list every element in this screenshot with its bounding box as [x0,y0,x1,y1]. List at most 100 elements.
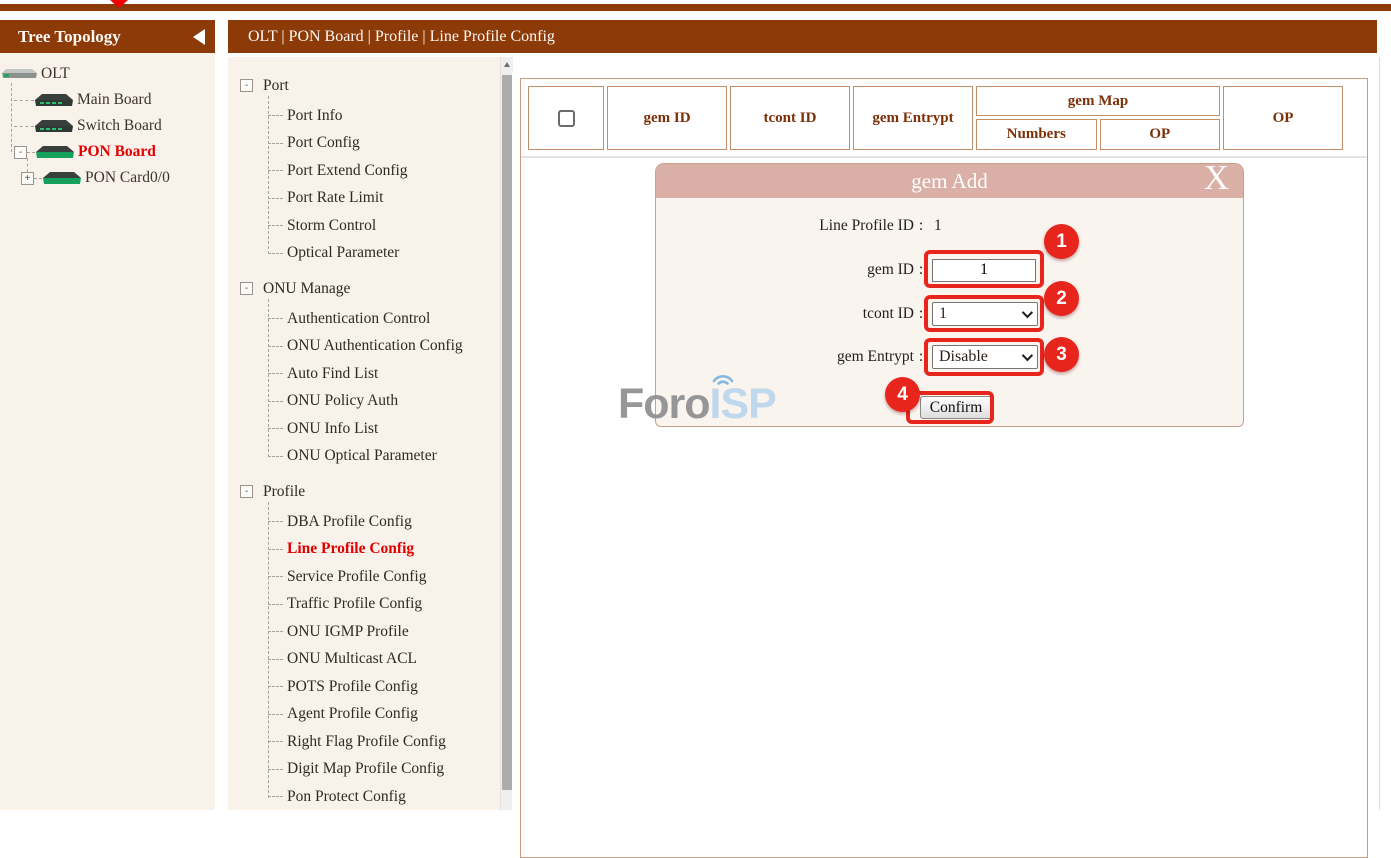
menu-item-label: ONU Multicast ACL [287,650,417,668]
menu-item-onu-optical-parameter[interactable]: ONU Optical Parameter [268,443,500,471]
config-menu-panel: -PortPort InfoPort ConfigPort Extend Con… [228,57,500,810]
tree-panel-header: Tree Topology [0,20,215,53]
menu-item-port-rate-limit[interactable]: Port Rate Limit [268,185,500,213]
col-tcont-id: tcont ID [730,86,850,150]
menu-item-pots-profile-config[interactable]: POTS Profile Config [268,673,500,701]
tree-stub [34,178,42,179]
menu-item-port-config[interactable]: Port Config [268,130,500,158]
tree-node-pon-card0-0[interactable]: + PON Card0/0 [21,165,215,191]
menu-item-label: Line Profile Config [287,540,414,558]
close-icon[interactable]: X [1204,158,1229,198]
dialog-title: gem Add [911,169,987,194]
menu-item-right-flag-profile-config[interactable]: Right Flag Profile Config [268,728,500,756]
expander-minus-icon[interactable]: - [240,79,253,92]
menu-item-digit-map-profile-config[interactable]: Digit Map Profile Config [268,756,500,784]
col-gem-entrypt: gem Entrypt [853,86,973,150]
menu-item-dba-profile-config[interactable]: DBA Profile Config [268,508,500,536]
dialog-title-bar: gem Add X [656,164,1243,198]
scrollbar-thumb[interactable] [502,75,512,790]
tree-node-switch-board[interactable]: Switch Board [14,113,215,139]
tree-node-pon-board[interactable]: - PON Board [14,139,215,165]
menu-item-label: Service Profile Config [287,568,426,586]
gem-entrypt-select[interactable]: Disable [932,345,1038,369]
breadcrumb-bar: OLT | PON Board | Profile | Line Profile… [228,20,1377,53]
top-accent-bar [0,4,1391,11]
tree-node-olt[interactable]: OLT [2,61,215,87]
menu-item-label: DBA Profile Config [287,513,412,531]
gem-id-input[interactable] [932,259,1036,282]
menu-item-label: Storm Control [287,217,376,235]
tree-node-label: Main Board [77,91,151,109]
menu-item-auto-find-list[interactable]: Auto Find List [268,360,500,388]
menu-item-label: Authentication Control [287,310,430,328]
col-op: OP [1223,86,1343,150]
menu-item-agent-profile-config[interactable]: Agent Profile Config [268,701,500,729]
menu-item-authentication-control[interactable]: Authentication Control [268,305,500,333]
collapse-left-triangle-icon[interactable] [193,29,205,45]
tree-node-label: Switch Board [77,117,162,135]
menu-item-port-extend-config[interactable]: Port Extend Config [268,157,500,185]
tree-node-label: OLT [41,65,70,83]
menu-item-label: Traffic Profile Config [287,595,422,613]
checkbox-header-cell [528,86,604,150]
config-menu: -PortPort InfoPort ConfigPort Extend Con… [228,57,500,811]
expander-plus-icon[interactable]: + [21,172,34,185]
menu-group-label: ONU Manage [263,280,350,298]
menu-item-onu-igmp-profile[interactable]: ONU IGMP Profile [268,618,500,646]
field-row-gem-entrypt: gem Entrypt : Disable [656,342,1243,372]
menu-item-onu-info-list[interactable]: ONU Info List [268,415,500,443]
select-all-checkbox[interactable] [558,110,575,127]
board-device-icon [35,146,75,159]
olt-device-icon [2,69,38,80]
menu-item-pon-protect-config[interactable]: Pon Protect Config [268,783,500,811]
menu-item-label: POTS Profile Config [287,678,418,696]
board-device-icon [34,120,74,133]
expander-minus-icon[interactable]: - [14,146,27,159]
tree-node-label: PON Board [78,143,156,161]
menu-item-label: Right Flag Profile Config [287,733,446,751]
menu-item-label: ONU Info List [287,420,378,438]
menu-item-storm-control[interactable]: Storm Control [268,212,500,240]
menu-item-service-profile-config[interactable]: Service Profile Config [268,563,500,591]
header-separator [521,156,1367,158]
menu-item-label: Auto Find List [287,365,378,383]
tree-stub [14,126,34,127]
expander-minus-icon[interactable]: - [240,282,253,295]
menu-item-label: Pon Protect Config [287,788,406,806]
tree-panel-title: Tree Topology [18,27,121,47]
tree-node-main-board[interactable]: Main Board [14,87,215,113]
tree-node-label: PON Card0/0 [85,169,170,187]
menu-item-port-info[interactable]: Port Info [268,102,500,130]
chevron-down-icon [1022,350,1033,361]
scrollbar-up-arrow[interactable] [501,57,513,73]
confirm-button[interactable]: Confirm [920,396,992,419]
menu-item-optical-parameter[interactable]: Optical Parameter [268,240,500,268]
menu-item-label: Port Extend Config [287,162,408,180]
menu-item-line-profile-config[interactable]: Line Profile Config [268,536,500,564]
col-gem-map-op: OP [1100,119,1221,150]
menu-item-onu-policy-auth[interactable]: ONU Policy Auth [268,388,500,416]
menu-item-label: Port Info [287,107,343,125]
tcont-id-select[interactable]: 1 [932,302,1038,326]
board-device-icon [34,94,74,107]
tree-stub [27,152,35,153]
tree-panel: OLT Main Board Switch Board - PON Board + PON … [0,53,215,810]
col-gem-map-numbers: Numbers [976,119,1097,150]
menu-item-label: ONU Optical Parameter [287,447,437,465]
field-label: tcont ID [656,305,914,323]
menu-group-label: Port [263,77,289,95]
field-label: gem Entrypt [656,348,914,366]
tree-stub [14,100,34,101]
menu-item-onu-authentication-config[interactable]: ONU Authentication Config [268,333,500,361]
menu-item-traffic-profile-config[interactable]: Traffic Profile Config [268,591,500,619]
device-tree: OLT Main Board Switch Board - PON Board + PON … [0,53,215,191]
menu-group-onu-manage: -ONU Manage Authentication Control ONU Aut… [228,272,500,470]
menu-item-onu-multicast-acl[interactable]: ONU Multicast ACL [268,646,500,674]
expander-minus-icon[interactable]: - [240,485,253,498]
col-gem-id: gem ID [607,86,727,150]
menu-group-profile: -ProfileDBA Profile ConfigLine Profile C… [228,475,500,811]
menu-item-label: Digit Map Profile Config [287,760,444,778]
table-header-row: gem ID tcont ID gem Entrypt gem Map Numb… [528,86,1343,150]
field-row-gem-id: gem ID : [656,254,1243,286]
menu-item-label: Agent Profile Config [287,705,418,723]
